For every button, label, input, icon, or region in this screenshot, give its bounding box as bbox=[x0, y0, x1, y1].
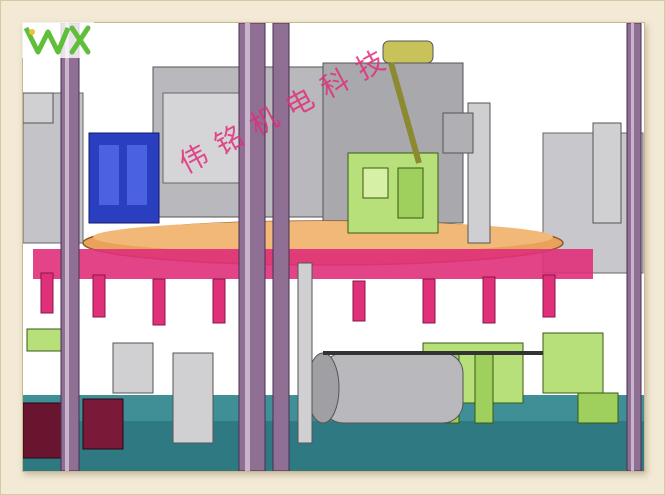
image-frame: 伟铭机电科技 bbox=[0, 0, 665, 495]
fixture-ring bbox=[33, 249, 593, 279]
logo-mark bbox=[22, 22, 94, 58]
drive-motor bbox=[306, 352, 464, 424]
